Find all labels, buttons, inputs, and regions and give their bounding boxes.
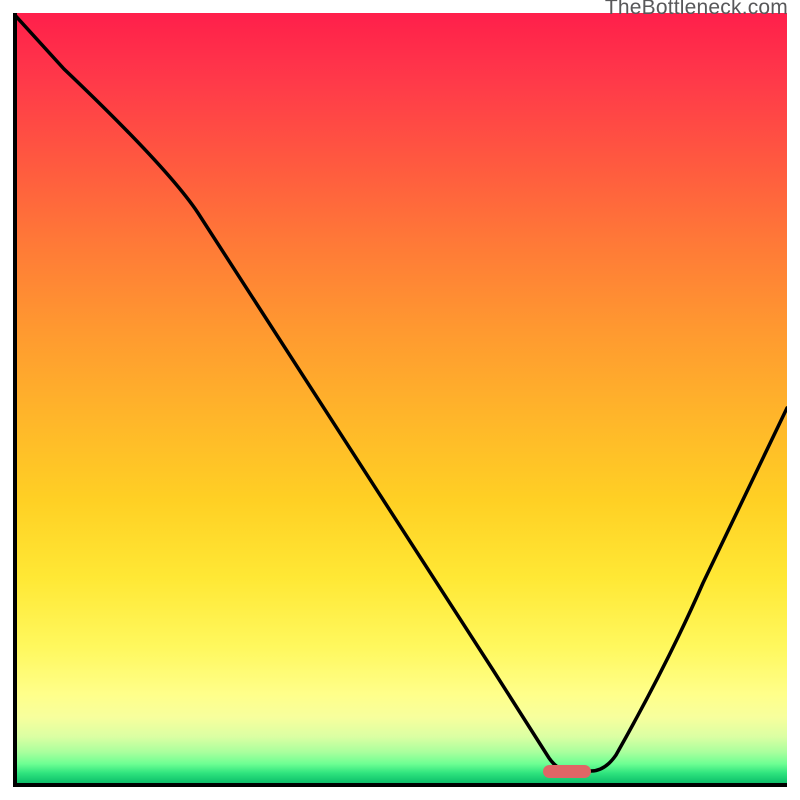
bottleneck-chart: TheBottleneck.com [0, 0, 800, 800]
curve-layer [13, 13, 787, 787]
plot-area [13, 13, 787, 787]
optimal-marker [543, 765, 591, 778]
watermark-text: TheBottleneck.com [605, 0, 788, 20]
bottleneck-curve-path [13, 13, 787, 771]
